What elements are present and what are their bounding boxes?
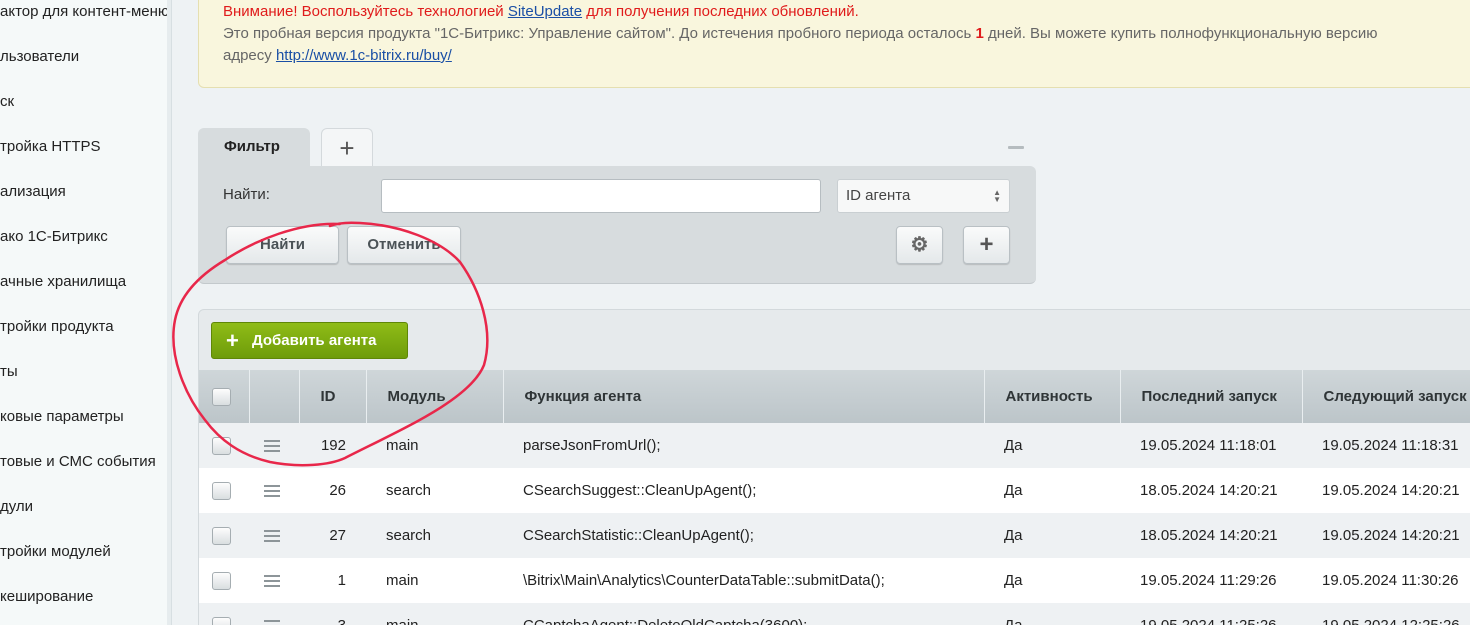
update-warning: Внимание! Воспользуйтесь технологией Sit… (223, 3, 859, 20)
cell-function: CSearchStatistic::CleanUpAgent(); (503, 513, 984, 558)
row-checkbox[interactable] (212, 526, 231, 545)
column-header-id[interactable]: ID (299, 370, 367, 423)
cell-next-run: 19.05.2024 14:20:21 (1302, 468, 1470, 513)
select-all-checkbox[interactable] (212, 388, 231, 407)
cell-last-run: 19.05.2024 11:25:26 (1120, 603, 1302, 625)
sidebar-item-product-settings[interactable]: тройки продукта (0, 312, 114, 342)
cell-id: 192 (299, 423, 366, 468)
row-checkbox[interactable] (212, 616, 231, 625)
cell-id: 3 (299, 603, 366, 625)
table-header: ID Модуль Функция агента Активность Посл… (199, 370, 1470, 423)
column-header-function[interactable]: Функция агента (503, 370, 985, 423)
cell-active: Да (984, 558, 1120, 603)
cell-next-run: 19.05.2024 11:18:31 (1302, 423, 1470, 468)
cell-module: main (366, 558, 503, 603)
row-menu-icon[interactable] (264, 485, 280, 498)
sidebar-item-sites[interactable]: ты (0, 357, 18, 387)
cell-next-run: 19.05.2024 12:25:26 (1302, 603, 1470, 625)
cell-module: search (366, 468, 503, 513)
find-button[interactable]: Найти (226, 226, 339, 264)
select-arrows-icon: ▲ ▼ (993, 188, 1001, 204)
table-row[interactable]: 3 main CCaptchaAgent::DeleteOldCaptcha(3… (199, 603, 1470, 625)
cell-module: search (366, 513, 503, 558)
sidebar-item-search[interactable]: ск (0, 87, 14, 117)
cell-active: Да (984, 423, 1120, 468)
sidebar-item-cloud-storage[interactable]: ачные хранилища (0, 267, 126, 297)
table-row[interactable]: 192 main parseJsonFromUrl(); Да 19.05.20… (199, 423, 1470, 468)
gear-icon[interactable]: ⚙ (896, 226, 943, 264)
cell-function: CSearchSuggest::CleanUpAgent(); (503, 468, 984, 513)
sidebar-item-cloud[interactable]: ако 1С-Битрикс (0, 222, 108, 252)
buy-line: адресу http://www.1c-bitrix.ru/buy/ (223, 47, 452, 64)
row-menu-icon[interactable] (264, 530, 280, 543)
select-all-checkbox-cell (199, 370, 250, 423)
cancel-button[interactable]: Отменить (347, 226, 461, 264)
column-header-module[interactable]: Модуль (366, 370, 504, 423)
cell-id: 26 (299, 468, 366, 513)
plus-icon: + (226, 328, 239, 353)
sidebar-item-localization[interactable]: ализация (0, 177, 66, 207)
sidebar-item-search-params[interactable]: ковые параметры (0, 402, 124, 432)
sidebar: актор для контент-меню льзователи ск тро… (0, 0, 172, 625)
table-row[interactable]: 26 search CSearchSuggest::CleanUpAgent()… (199, 468, 1470, 513)
sidebar-item-modules[interactable]: дули (0, 492, 33, 522)
table-row[interactable]: 27 search CSearchStatistic::CleanUpAgent… (199, 513, 1470, 558)
cell-last-run: 18.05.2024 14:20:21 (1120, 513, 1302, 558)
agents-table: ID Модуль Функция агента Активность Посл… (199, 370, 1470, 625)
sidebar-item-menu-editor[interactable]: актор для контент-меню (0, 0, 169, 27)
row-menu-icon[interactable] (264, 440, 280, 453)
cell-function: parseJsonFromUrl(); (503, 423, 984, 468)
sidebar-item-users[interactable]: льзователи (0, 42, 79, 72)
row-checkbox[interactable] (212, 571, 231, 590)
filter-panel: Найти: ID агента ▲ ▼ Найти Отменить ⚙ + (198, 166, 1036, 284)
row-menu-icon[interactable] (264, 575, 280, 588)
sidebar-item-caching[interactable]: кеширование (0, 582, 93, 612)
find-input[interactable] (381, 179, 821, 213)
add-filter-field-button[interactable]: + (963, 226, 1010, 264)
add-agent-button[interactable]: + Добавить агента (211, 322, 408, 359)
row-checkbox[interactable] (212, 481, 231, 500)
buy-link[interactable]: http://www.1c-bitrix.ru/buy/ (276, 47, 452, 64)
trial-notice: Внимание! Воспользуйтесь технологией Sit… (198, 0, 1470, 88)
siteupdate-link[interactable]: SiteUpdate (508, 3, 582, 20)
cell-id: 27 (299, 513, 366, 558)
sidebar-item-https[interactable]: тройка HTTPS (0, 132, 101, 162)
table-row[interactable]: 1 main \Bitrix\Main\Analytics\CounterDat… (199, 558, 1470, 603)
cell-active: Да (984, 468, 1120, 513)
column-header-active[interactable]: Активность (984, 370, 1121, 423)
find-label: Найти: (223, 186, 270, 203)
cell-active: Да (984, 513, 1120, 558)
trial-text: Это пробная версия продукта "1С-Битрикс:… (223, 25, 1378, 42)
cell-last-run: 19.05.2024 11:18:01 (1120, 423, 1302, 468)
add-filter-tab-button[interactable]: + (321, 128, 373, 166)
sidebar-item-mail-sms-events[interactable]: товые и СМС события (0, 447, 156, 477)
cell-active: Да (984, 603, 1120, 625)
cell-function: \Bitrix\Main\Analytics\CounterDataTable:… (503, 558, 984, 603)
find-field-select[interactable]: ID агента ▲ ▼ (837, 179, 1010, 213)
agents-grid: + Добавить агента ID Модуль Функция аген… (198, 309, 1470, 625)
column-header-next-run[interactable]: Следующий запуск (1302, 370, 1470, 423)
cell-next-run: 19.05.2024 11:30:26 (1302, 558, 1470, 603)
actions-header (249, 370, 300, 423)
cell-last-run: 19.05.2024 11:29:26 (1120, 558, 1302, 603)
row-menu-icon[interactable] (264, 620, 280, 625)
trial-days: 1 (975, 25, 984, 42)
cell-module: main (366, 423, 503, 468)
collapse-icon[interactable] (1008, 146, 1024, 149)
cell-function: CCaptchaAgent::DeleteOldCaptcha(3600); (503, 603, 984, 625)
row-checkbox[interactable] (212, 436, 231, 455)
cell-id: 1 (299, 558, 366, 603)
sidebar-item-module-settings[interactable]: тройки модулей (0, 537, 111, 567)
cell-next-run: 19.05.2024 14:20:21 (1302, 513, 1470, 558)
column-header-last-run[interactable]: Последний запуск (1120, 370, 1303, 423)
cell-module: main (366, 603, 503, 625)
tab-filter[interactable]: Фильтр (198, 128, 310, 168)
cell-last-run: 18.05.2024 14:20:21 (1120, 468, 1302, 513)
